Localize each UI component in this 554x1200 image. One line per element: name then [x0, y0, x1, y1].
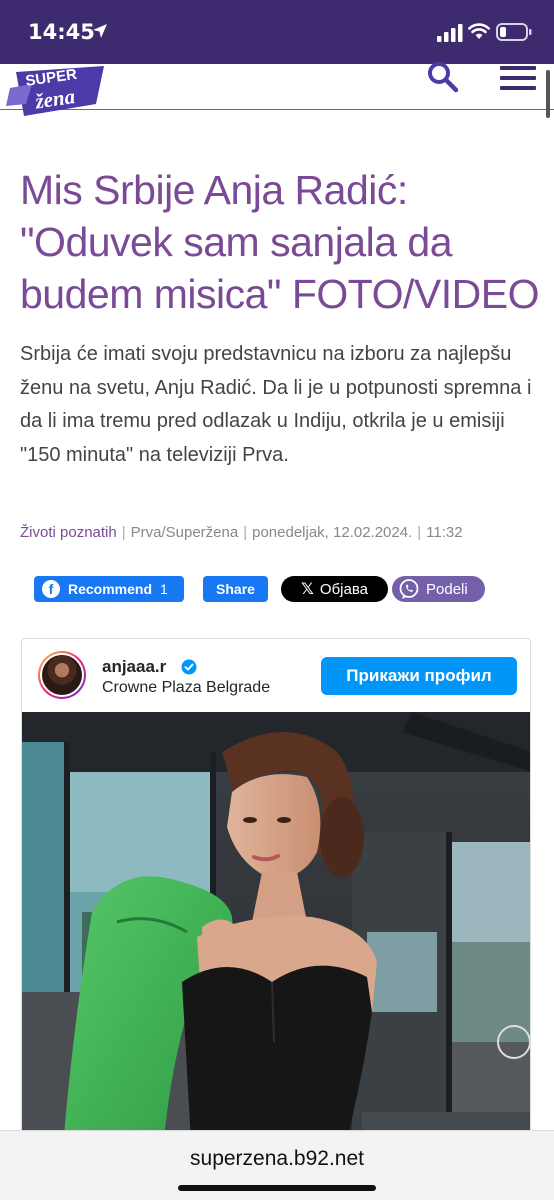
viber-share-label: Podeli	[426, 580, 468, 598]
avatar[interactable]	[38, 651, 86, 699]
facebook-icon: f	[42, 580, 60, 598]
instagram-location[interactable]: Crowne Plaza Belgrade	[102, 679, 270, 697]
url-text[interactable]: superzena.b92.net	[0, 1147, 554, 1171]
browser-address-bar[interactable]: superzena.b92.net	[0, 1130, 554, 1200]
status-bar: 14:45	[0, 0, 554, 64]
article-headline: Mis Srbije Anja Radić: "Oduvek sam sanja…	[20, 167, 539, 317]
fb-recommend-label: Recommend	[68, 581, 153, 597]
article-time: 11:32	[426, 524, 463, 541]
viber-icon	[399, 579, 419, 599]
site-logo[interactable]: SUPER žena	[4, 64, 108, 120]
verified-badge-icon	[181, 659, 197, 675]
viber-share-button[interactable]: Podeli	[392, 576, 485, 602]
wifi-icon	[468, 23, 490, 39]
view-profile-button[interactable]: Прикажи профил	[321, 657, 517, 695]
location-arrow-icon	[93, 24, 107, 38]
article-meta: Životi poznatih | Prva/Superžena | ponedelja…	[20, 524, 463, 541]
hamburger-menu-icon[interactable]	[500, 66, 536, 90]
svg-text:žena: žena	[33, 84, 77, 113]
fb-recommend-count: 1	[160, 581, 168, 597]
cellular-signal-icon	[437, 24, 463, 42]
instagram-username[interactable]: anjaaa.r	[102, 657, 166, 677]
instagram-photo[interactable]	[22, 712, 531, 1158]
article-source: Prva/Superžena	[130, 524, 239, 541]
x-post-label: Објава	[319, 580, 368, 598]
search-icon[interactable]	[426, 60, 460, 94]
battery-low-icon	[496, 23, 532, 41]
x-logo-icon: 𝕏	[301, 581, 314, 598]
article-date: ponedeljak, 12.02.2024.	[252, 524, 413, 541]
fb-share-label: Share	[216, 581, 255, 597]
fb-recommend-button[interactable]: f Recommend 1	[34, 576, 184, 602]
article-lead: Srbija će imati svoju predstavnicu na iz…	[20, 343, 532, 466]
category-link[interactable]: Životi poznatih	[20, 524, 117, 541]
home-indicator[interactable]	[178, 1185, 376, 1191]
scrollbar[interactable]	[546, 70, 550, 118]
fb-share-button[interactable]: Share	[203, 576, 268, 602]
status-time: 14:45	[28, 20, 95, 44]
x-post-button[interactable]: 𝕏 Објава	[281, 576, 388, 602]
instagram-embed: anjaaa.r Crowne Plaza Belgrade Прикажи п…	[21, 638, 531, 1158]
